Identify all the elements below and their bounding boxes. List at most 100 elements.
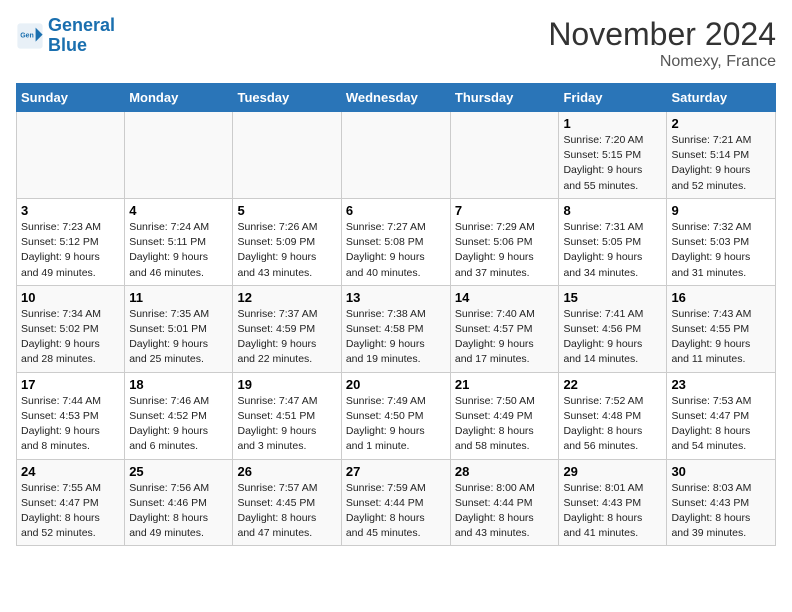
day-info: Sunrise: 7:59 AMSunset: 4:44 PMDaylight:…	[346, 481, 446, 542]
calendar-body: 1Sunrise: 7:20 AMSunset: 5:15 PMDaylight…	[17, 112, 776, 546]
day-number: 15	[563, 290, 662, 305]
day-number: 7	[455, 203, 555, 218]
calendar-cell: 13Sunrise: 7:38 AMSunset: 4:58 PMDayligh…	[341, 285, 450, 372]
day-number: 20	[346, 377, 446, 392]
day-info: Sunrise: 7:46 AMSunset: 4:52 PMDaylight:…	[129, 394, 228, 455]
day-info: Sunrise: 7:50 AMSunset: 4:49 PMDaylight:…	[455, 394, 555, 455]
day-info: Sunrise: 7:32 AMSunset: 5:03 PMDaylight:…	[671, 220, 771, 281]
day-number: 27	[346, 464, 446, 479]
location: Nomexy, France	[548, 53, 776, 71]
calendar-cell: 7 Sunrise: 7:29 AMSunset: 5:06 PMDaylight…	[450, 198, 559, 285]
day-number: 14	[455, 290, 555, 305]
day-number: 26	[237, 464, 336, 479]
calendar-cell: 10Sunrise: 7:34 AMSunset: 5:02 PMDayligh…	[17, 285, 125, 372]
calendar-header-row: SundayMondayTuesdayWednesdayThursdayFrid…	[17, 84, 776, 112]
day-info: Sunrise: 7:52 AMSunset: 4:48 PMDaylight:…	[563, 394, 662, 455]
logo: Gen General Blue	[16, 16, 115, 56]
day-info: Sunrise: 8:03 AMSunset: 4:43 PMDaylight:…	[671, 481, 771, 542]
day-number: 6	[346, 203, 446, 218]
day-info: Sunrise: 7:35 AMSunset: 5:01 PMDaylight:…	[129, 307, 228, 368]
day-info: Sunrise: 7:47 AMSunset: 4:51 PMDaylight:…	[237, 394, 336, 455]
calendar-cell: 17 Sunrise: 7:44 AMSunset: 4:53 PMDayligh…	[17, 372, 125, 459]
header-sunday: Sunday	[17, 84, 125, 112]
calendar-cell: 23 Sunrise: 7:53 AMSunset: 4:47 PMDayligh…	[667, 372, 776, 459]
day-info: Sunrise: 7:37 AMSunset: 4:59 PMDaylight:…	[237, 307, 336, 368]
day-info: Sunrise: 7:43 AMSunset: 4:55 PMDaylight:…	[671, 307, 771, 368]
day-info: Sunrise: 7:56 AMSunset: 4:46 PMDaylight:…	[129, 481, 228, 542]
calendar-cell	[341, 112, 450, 199]
day-info: Sunrise: 8:00 AMSunset: 4:44 PMDaylight:…	[455, 481, 555, 542]
logo-text: General Blue	[48, 16, 115, 56]
logo-line1: General	[48, 15, 115, 35]
day-number: 23	[671, 377, 771, 392]
day-info: Sunrise: 7:41 AMSunset: 4:56 PMDaylight:…	[563, 307, 662, 368]
day-info: Sunrise: 7:23 AMSunset: 5:12 PMDaylight:…	[21, 220, 120, 281]
header-saturday: Saturday	[667, 84, 776, 112]
calendar-cell: 21Sunrise: 7:50 AMSunset: 4:49 PMDayligh…	[450, 372, 559, 459]
calendar-cell: 16 Sunrise: 7:43 AMSunset: 4:55 PMDayligh…	[667, 285, 776, 372]
logo-icon: Gen	[16, 22, 44, 50]
day-number: 9	[671, 203, 771, 218]
calendar-cell: 18 Sunrise: 7:46 AMSunset: 4:52 PMDayligh…	[125, 372, 233, 459]
day-info: Sunrise: 7:29 AMSunset: 5:06 PMDaylight:…	[455, 220, 555, 281]
header-tuesday: Tuesday	[233, 84, 341, 112]
calendar-cell: 27 Sunrise: 7:59 AMSunset: 4:44 PMDayligh…	[341, 459, 450, 546]
day-number: 13	[346, 290, 446, 305]
day-number: 29	[563, 464, 662, 479]
day-number: 25	[129, 464, 228, 479]
day-number: 17	[21, 377, 120, 392]
day-number: 16	[671, 290, 771, 305]
day-info: Sunrise: 7:44 AMSunset: 4:53 PMDaylight:…	[21, 394, 120, 455]
calendar-cell: 11 Sunrise: 7:35 AMSunset: 5:01 PMDayligh…	[125, 285, 233, 372]
calendar-cell	[125, 112, 233, 199]
day-info: Sunrise: 7:27 AMSunset: 5:08 PMDaylight:…	[346, 220, 446, 281]
day-info: Sunrise: 7:20 AMSunset: 5:15 PMDaylight:…	[563, 133, 662, 194]
calendar-cell: 1Sunrise: 7:20 AMSunset: 5:15 PMDaylight…	[559, 112, 667, 199]
svg-text:Gen: Gen	[20, 32, 34, 39]
day-info: Sunrise: 7:26 AMSunset: 5:09 PMDaylight:…	[237, 220, 336, 281]
calendar-cell: 8Sunrise: 7:31 AMSunset: 5:05 PMDaylight…	[559, 198, 667, 285]
header-thursday: Thursday	[450, 84, 559, 112]
day-number: 22	[563, 377, 662, 392]
calendar-cell	[17, 112, 125, 199]
week-row-1: 1Sunrise: 7:20 AMSunset: 5:15 PMDaylight…	[17, 112, 776, 199]
day-info: Sunrise: 7:21 AMSunset: 5:14 PMDaylight:…	[671, 133, 771, 194]
calendar-cell: 9 Sunrise: 7:32 AMSunset: 5:03 PMDaylight…	[667, 198, 776, 285]
calendar-cell: 2 Sunrise: 7:21 AMSunset: 5:14 PMDaylight…	[667, 112, 776, 199]
day-number: 8	[563, 203, 662, 218]
calendar-cell: 19 Sunrise: 7:47 AMSunset: 4:51 PMDayligh…	[233, 372, 341, 459]
calendar-cell: 22 Sunrise: 7:52 AMSunset: 4:48 PMDayligh…	[559, 372, 667, 459]
day-number: 18	[129, 377, 228, 392]
calendar-cell: 28Sunrise: 8:00 AMSunset: 4:44 PMDayligh…	[450, 459, 559, 546]
week-row-2: 3 Sunrise: 7:23 AMSunset: 5:12 PMDaylight…	[17, 198, 776, 285]
day-number: 3	[21, 203, 120, 218]
day-number: 19	[237, 377, 336, 392]
day-number: 12	[237, 290, 336, 305]
page-header: Gen General Blue November 2024 Nomexy, F…	[16, 16, 776, 71]
day-number: 11	[129, 290, 228, 305]
calendar-cell: 12 Sunrise: 7:37 AMSunset: 4:59 PMDayligh…	[233, 285, 341, 372]
day-info: Sunrise: 7:40 AMSunset: 4:57 PMDaylight:…	[455, 307, 555, 368]
calendar-cell	[450, 112, 559, 199]
calendar-cell	[233, 112, 341, 199]
title-area: November 2024 Nomexy, France	[548, 16, 776, 71]
day-info: Sunrise: 8:01 AMSunset: 4:43 PMDaylight:…	[563, 481, 662, 542]
calendar-table: SundayMondayTuesdayWednesdayThursdayFrid…	[16, 83, 776, 546]
day-number: 24	[21, 464, 120, 479]
day-number: 30	[671, 464, 771, 479]
calendar-cell: 5 Sunrise: 7:26 AMSunset: 5:09 PMDaylight…	[233, 198, 341, 285]
calendar-cell: 4Sunrise: 7:24 AMSunset: 5:11 PMDaylight…	[125, 198, 233, 285]
calendar-cell: 26 Sunrise: 7:57 AMSunset: 4:45 PMDayligh…	[233, 459, 341, 546]
day-info: Sunrise: 7:53 AMSunset: 4:47 PMDaylight:…	[671, 394, 771, 455]
week-row-4: 17 Sunrise: 7:44 AMSunset: 4:53 PMDayligh…	[17, 372, 776, 459]
day-number: 2	[671, 116, 771, 131]
day-number: 10	[21, 290, 120, 305]
calendar-cell: 6 Sunrise: 7:27 AMSunset: 5:08 PMDaylight…	[341, 198, 450, 285]
day-info: Sunrise: 7:24 AMSunset: 5:11 PMDaylight:…	[129, 220, 228, 281]
day-info: Sunrise: 7:57 AMSunset: 4:45 PMDaylight:…	[237, 481, 336, 542]
day-number: 5	[237, 203, 336, 218]
header-wednesday: Wednesday	[341, 84, 450, 112]
calendar-cell: 15 Sunrise: 7:41 AMSunset: 4:56 PMDayligh…	[559, 285, 667, 372]
calendar-cell: 25 Sunrise: 7:56 AMSunset: 4:46 PMDayligh…	[125, 459, 233, 546]
header-monday: Monday	[125, 84, 233, 112]
